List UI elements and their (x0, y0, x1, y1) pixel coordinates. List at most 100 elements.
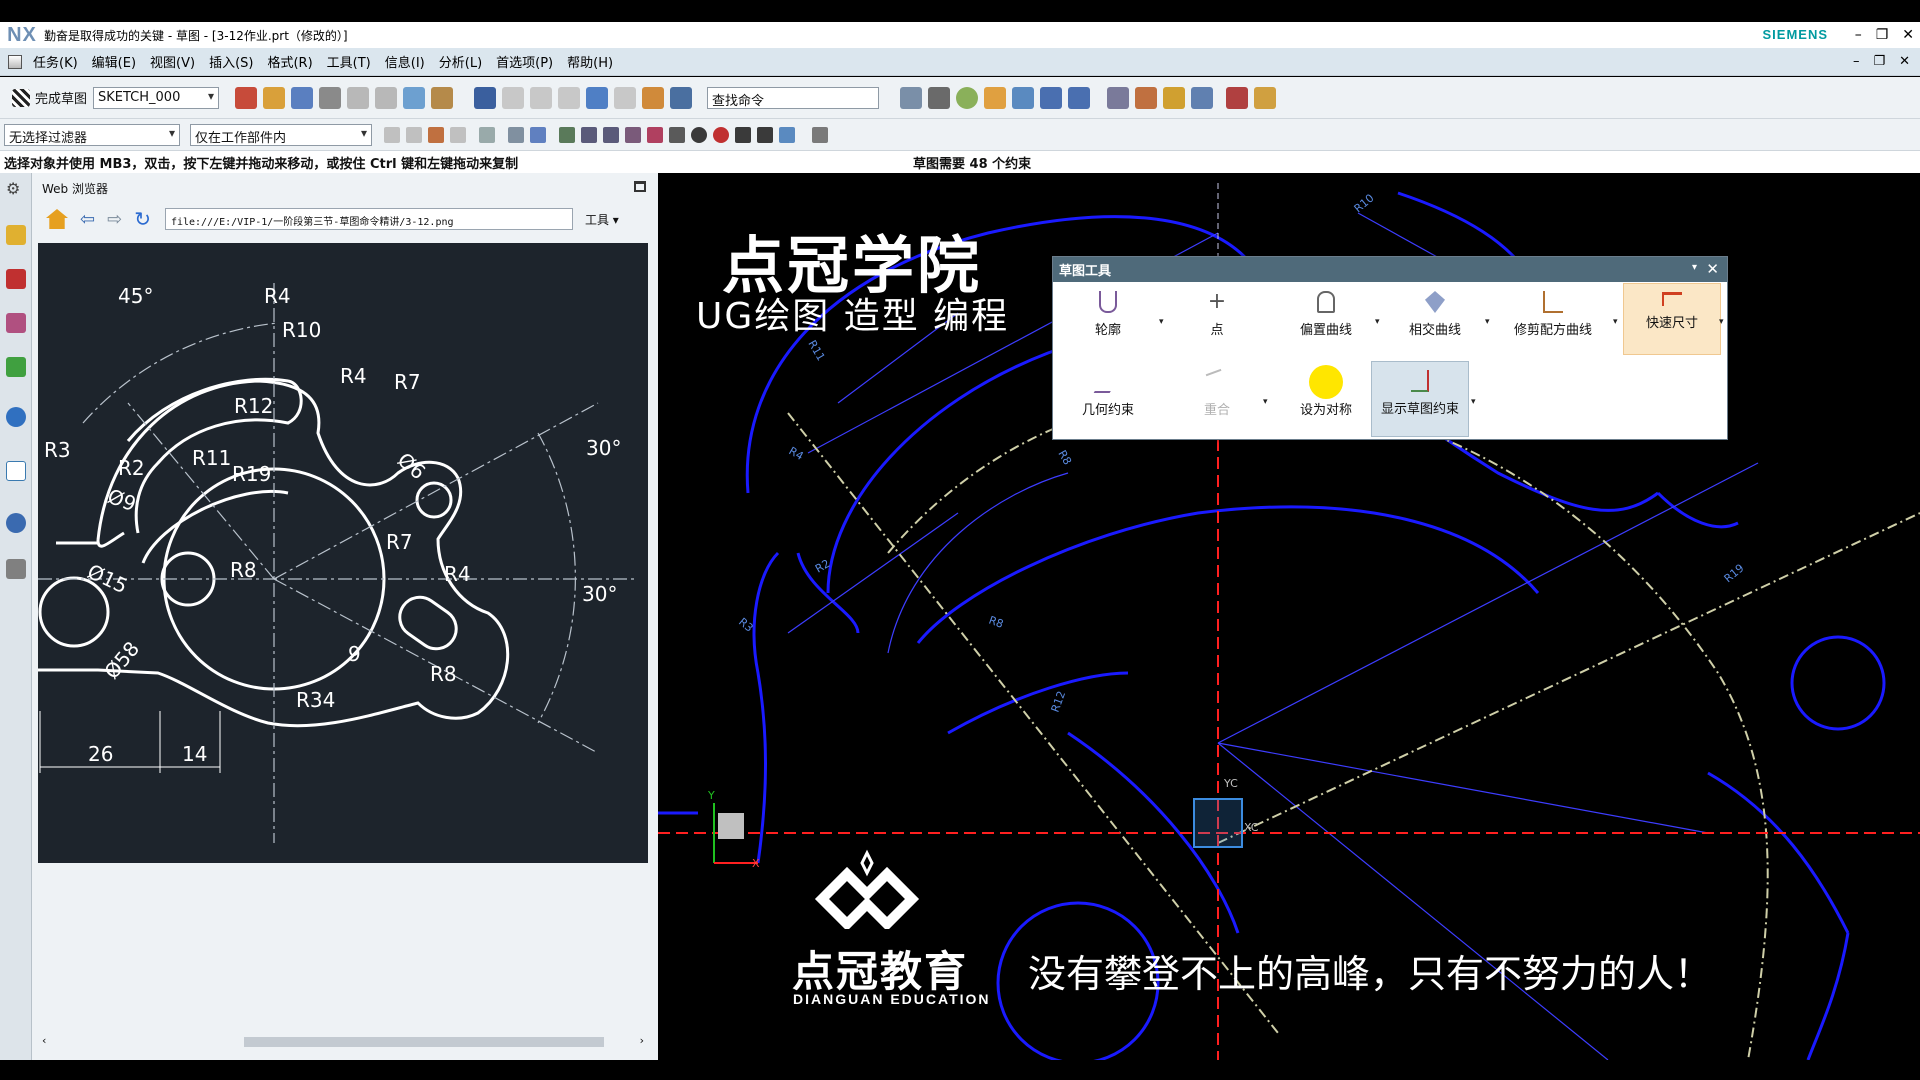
onCurve-snap-icon[interactable] (757, 126, 773, 143)
restore-icon[interactable]: ❐ (1876, 27, 1889, 43)
orient-view-icon[interactable] (235, 86, 258, 109)
menu-help[interactable]: 帮助(H) (560, 52, 620, 71)
sketch-name-select[interactable]: SKETCH_000 (93, 86, 220, 109)
evaluate-icon[interactable] (403, 86, 426, 109)
constraint-navigator-icon[interactable] (6, 313, 26, 333)
url-input[interactable]: file:///E:/VIP-1/一阶段第三节-草图命令精讲/3-12.png (164, 208, 573, 230)
dialog-menu-icon[interactable]: ▾ (1692, 262, 1697, 273)
rapid-dimension-dropdown-icon[interactable]: ▾ (1719, 317, 1724, 327)
touch-mode-icon[interactable] (670, 86, 693, 109)
grid-icon[interactable] (319, 86, 342, 109)
back-arrow-icon[interactable]: ⇦ (80, 209, 95, 230)
profile-button[interactable]: 轮廓 (1053, 283, 1163, 355)
reuse-library-icon[interactable] (6, 357, 26, 377)
paste-icon[interactable] (558, 86, 581, 109)
snap-point-icon[interactable] (428, 126, 444, 143)
sketch-plane-icon[interactable] (375, 86, 398, 109)
menu-info[interactable]: 信息(I) (378, 52, 432, 71)
doc-close-icon[interactable]: ✕ (1899, 54, 1910, 69)
face-snap-icon[interactable] (779, 126, 795, 143)
forward-arrow-icon[interactable]: ⇨ (107, 209, 122, 230)
view-orient-icon[interactable] (1068, 86, 1091, 109)
offset-curve-dropdown-icon[interactable]: ▾ (1375, 317, 1380, 327)
redo-icon[interactable] (614, 86, 637, 109)
selection-filter-select[interactable]: 无选择过滤器 (4, 123, 180, 146)
menu-view[interactable]: 视图(V) (143, 52, 202, 71)
snap-toggle-icon[interactable] (450, 126, 466, 143)
update-model-icon[interactable] (291, 86, 314, 109)
assembly-navigator-icon[interactable] (6, 269, 26, 289)
line-snap-icon[interactable] (581, 126, 597, 143)
menu-analysis[interactable]: 分析(L) (432, 52, 489, 71)
rapid-dimension-button[interactable]: 快速尺寸 (1623, 283, 1721, 355)
measure-icon[interactable] (1135, 86, 1158, 109)
layer-icon[interactable] (984, 86, 1007, 109)
maximize-panel-icon[interactable] (634, 181, 646, 192)
create-view-icon[interactable] (347, 86, 370, 109)
select-all-icon[interactable] (406, 126, 422, 143)
dimension-icon[interactable] (1254, 86, 1277, 109)
reattach-icon[interactable] (263, 86, 286, 109)
fit-view-icon[interactable] (900, 86, 923, 109)
quadrant-snap-icon[interactable] (713, 126, 729, 143)
relations-icon[interactable] (431, 86, 454, 109)
settings-gear-icon[interactable]: ⚙ (6, 179, 26, 199)
geometric-constraints-button[interactable]: 几何约束 (1053, 363, 1163, 435)
tangent-snap-icon[interactable] (603, 126, 619, 143)
show-sketch-constraints-dropdown-icon[interactable]: ▾ (1471, 397, 1476, 407)
filter-reset-icon[interactable] (384, 126, 400, 143)
doc-minimize-icon[interactable]: – (1853, 54, 1860, 69)
trim-recipe-curve-dropdown-icon[interactable]: ▾ (1613, 317, 1618, 327)
spline-snap-icon[interactable] (647, 126, 663, 143)
render-style-icon[interactable] (928, 86, 951, 109)
midpoint-snap-icon[interactable] (669, 126, 685, 143)
coincident-button[interactable]: 重合 (1165, 363, 1269, 435)
move-icon[interactable] (1191, 86, 1214, 109)
intersection-snap-icon[interactable] (735, 126, 751, 143)
web-browser-tab-icon[interactable] (6, 461, 26, 481)
hd3d-icon[interactable] (6, 407, 26, 427)
menu-format[interactable]: 格式(R) (260, 52, 319, 71)
analyze-icon[interactable] (1163, 86, 1186, 109)
shaded-icon[interactable] (956, 86, 979, 109)
point-button[interactable]: + 点 (1165, 283, 1269, 355)
part-navigator-icon[interactable] (6, 225, 26, 245)
finish-flag-icon[interactable] (12, 88, 30, 107)
endpoint-snap-icon[interactable] (559, 126, 575, 143)
doc-restore-icon[interactable]: ❐ (1873, 54, 1885, 69)
minimize-icon[interactable]: – (1855, 27, 1862, 43)
refresh-icon[interactable]: ↻ (134, 207, 151, 231)
point-constructor-icon[interactable] (812, 126, 828, 143)
menu-preferences[interactable]: 首选项(P) (489, 52, 560, 71)
curve-snap-icon[interactable] (625, 126, 641, 143)
body-select-icon[interactable] (530, 126, 546, 143)
command-search-input[interactable]: 查找命令 (707, 86, 880, 109)
wcs-icon[interactable] (1040, 86, 1063, 109)
save-icon[interactable] (474, 86, 497, 109)
menu-edit[interactable]: 编辑(E) (85, 52, 143, 71)
intersection-curve-dropdown-icon[interactable]: ▾ (1485, 317, 1490, 327)
datum-csys-box[interactable] (1193, 798, 1243, 848)
snap-view-icon[interactable] (1107, 86, 1130, 109)
selection-scope-select[interactable]: 仅在工作部件内 (190, 123, 372, 146)
coincident-dropdown-icon[interactable]: ▾ (1263, 397, 1268, 407)
dialog-close-icon[interactable]: ✕ (1706, 260, 1719, 278)
finish-sketch-button[interactable]: 完成草图 (35, 88, 87, 107)
undo-icon[interactable] (586, 86, 609, 109)
trim-recipe-curve-button[interactable]: 修剪配方曲线 (1493, 283, 1613, 355)
app-menu-icon[interactable] (8, 54, 22, 69)
center-snap-icon[interactable] (691, 126, 707, 143)
scroll-left-icon[interactable]: ‹ (42, 1034, 46, 1047)
home-icon[interactable] (46, 209, 68, 229)
snap-icon[interactable] (1226, 86, 1249, 109)
menu-insert[interactable]: 插入(S) (202, 52, 260, 71)
tools-menu[interactable]: 工具 ▾ (585, 211, 619, 228)
offset-curve-button[interactable]: 偏置曲线 (1271, 283, 1381, 355)
repeat-command-icon[interactable] (642, 86, 665, 109)
profile-dropdown-icon[interactable]: ▾ (1159, 317, 1164, 327)
show-sketch-constraints-button[interactable]: 显示草图约束 (1371, 361, 1469, 437)
menu-tools[interactable]: 工具(T) (320, 52, 378, 71)
close-icon[interactable]: ✕ (1902, 27, 1914, 43)
section-icon[interactable] (1012, 86, 1035, 109)
scroll-right-icon[interactable]: › (640, 1034, 644, 1047)
